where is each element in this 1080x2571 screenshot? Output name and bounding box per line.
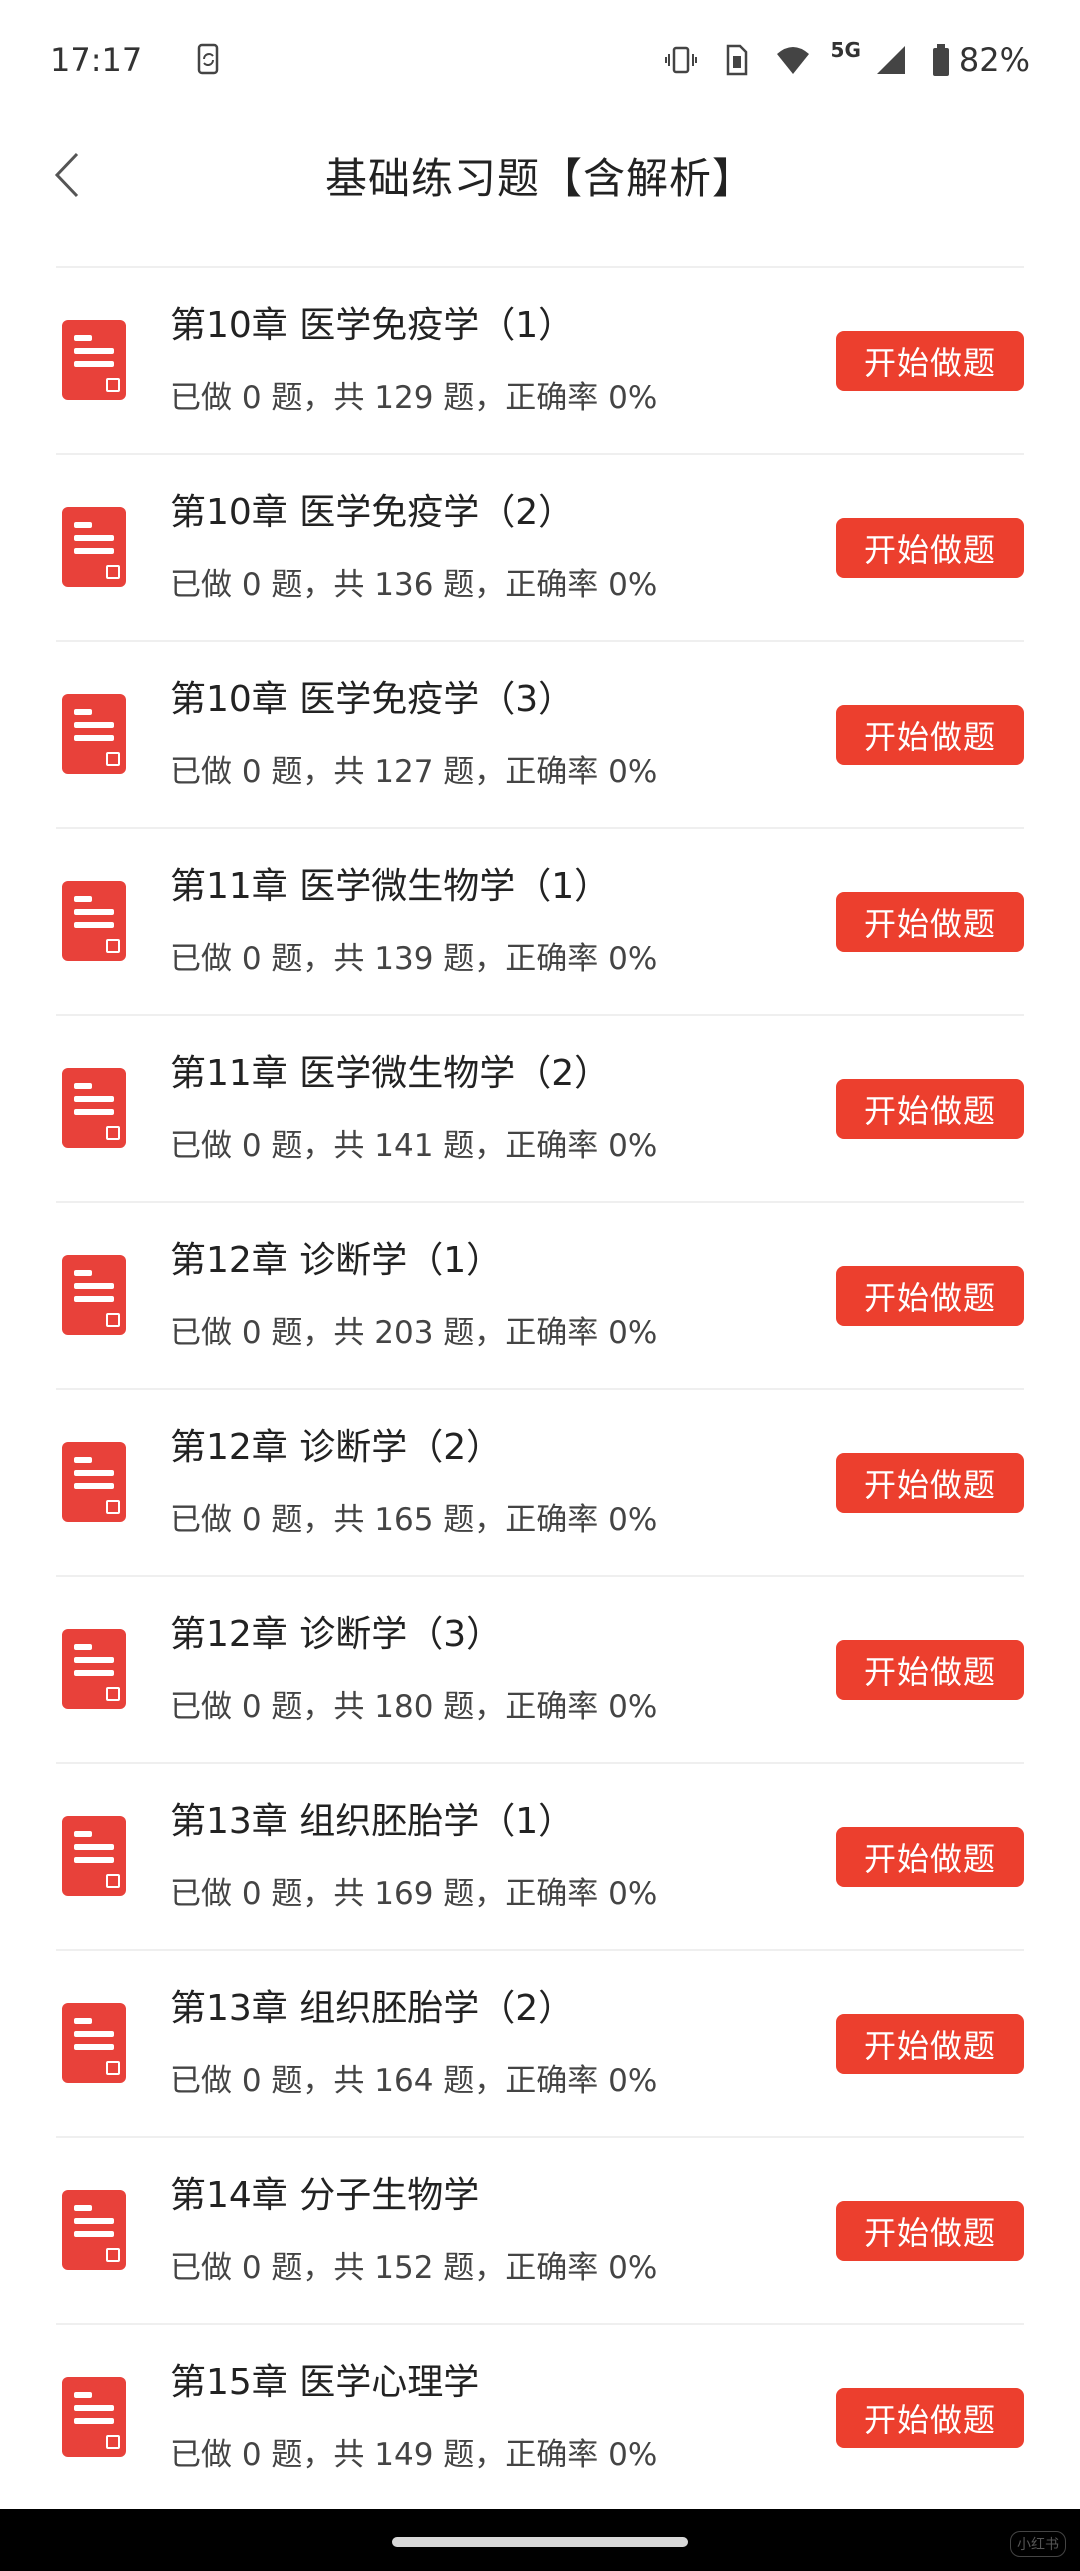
list-item[interactable]: 第10章 医学免疫学（2） 已做 0 题，共 136 题，正确率 0% 开始做题 — [56, 455, 1024, 642]
list-item[interactable]: 第12章 诊断学（1） 已做 0 题，共 203 题，正确率 0% 开始做题 — [56, 1203, 1024, 1390]
list-item[interactable]: 第11章 医学微生物学（2） 已做 0 题，共 141 题，正确率 0% 开始做题 — [56, 1016, 1024, 1203]
item-title: 第10章 医学免疫学（2） — [170, 492, 575, 533]
list-item[interactable]: 第11章 医学微生物学（1） 已做 0 题，共 139 题，正确率 0% 开始做题 — [56, 829, 1024, 1016]
exercise-doc-icon — [62, 2003, 126, 2083]
list-item[interactable]: 第13章 组织胚胎学（2） 已做 0 题，共 164 题，正确率 0% 开始做题 — [56, 1951, 1024, 2138]
list-item[interactable]: 第14章 分子生物学已做 0 题，共 152 题，正确率 0% 开始做题 — [56, 2138, 1024, 2325]
list-item[interactable]: 第12章 诊断学（3） 已做 0 题，共 180 题，正确率 0% 开始做题 — [56, 1577, 1024, 1764]
start-practice-button[interactable]: 开始做题 — [836, 705, 1024, 765]
start-practice-button[interactable]: 开始做题 — [836, 1827, 1024, 1887]
item-title: 第12章 诊断学（3） — [170, 1614, 503, 1655]
start-practice-button[interactable]: 开始做题 — [836, 2014, 1024, 2074]
wifi-icon — [775, 42, 811, 78]
item-stats: 已做 0 题，共 164 题，正确率 0% — [170, 2063, 658, 2099]
status-bar: 17:17 5G 82% — [0, 0, 1080, 120]
list-item[interactable]: 第13章 组织胚胎学（1） 已做 0 题，共 169 题，正确率 0% 开始做题 — [56, 1764, 1024, 1951]
exercise-doc-icon — [62, 2190, 126, 2270]
item-title: 第11章 医学微生物学（1） — [170, 866, 611, 907]
item-title: 第14章 分子生物学 — [170, 2175, 480, 2216]
item-stats: 已做 0 题，共 139 题，正确率 0% — [170, 941, 658, 977]
exercise-doc-icon — [62, 1816, 126, 1896]
battery-level: 82% — [958, 41, 1030, 79]
item-title: 第13章 组织胚胎学（1） — [170, 1801, 575, 1842]
watermark: 小红书 — [1010, 2531, 1066, 2557]
exercise-list[interactable]: 第10章 医学免疫学（1） 已做 0 题，共 129 题，正确率 0% 开始做题 第1… — [0, 232, 1080, 2512]
list-item-partial — [56, 232, 1024, 268]
start-practice-button[interactable]: 开始做题 — [836, 331, 1024, 391]
item-stats: 已做 0 题，共 180 题，正确率 0% — [170, 1689, 658, 1725]
exercise-doc-icon — [62, 2377, 126, 2457]
battery-icon — [929, 42, 953, 78]
item-title: 第10章 医学免疫学（3） — [170, 679, 575, 720]
list-item[interactable]: 第10章 医学免疫学（3） 已做 0 题，共 127 题，正确率 0% 开始做题 — [56, 642, 1024, 829]
vibrate-icon — [663, 42, 699, 78]
exercise-doc-icon — [62, 694, 126, 774]
exercise-doc-icon — [62, 1255, 126, 1335]
header: 基础练习题【含解析】 — [0, 120, 1080, 230]
start-practice-button[interactable]: 开始做题 — [836, 1453, 1024, 1513]
item-stats: 已做 0 题，共 169 题，正确率 0% — [170, 1876, 658, 1912]
start-practice-button[interactable]: 开始做题 — [836, 2388, 1024, 2448]
item-stats: 已做 0 题，共 165 题，正确率 0% — [170, 1502, 658, 1538]
sim-icon — [719, 42, 755, 78]
phone-sync-icon — [192, 42, 228, 78]
item-stats: 已做 0 题，共 152 题，正确率 0% — [170, 2250, 658, 2286]
home-indicator[interactable] — [392, 2537, 688, 2547]
item-title: 第12章 诊断学（1） — [170, 1240, 503, 1281]
exercise-doc-icon — [62, 1442, 126, 1522]
item-stats: 已做 0 题，共 141 题，正确率 0% — [170, 1128, 658, 1164]
item-stats: 已做 0 题，共 203 题，正确率 0% — [170, 1315, 658, 1351]
item-stats: 已做 0 题，共 149 题，正确率 0% — [170, 2437, 658, 2473]
start-practice-button[interactable]: 开始做题 — [836, 1640, 1024, 1700]
status-time: 17:17 — [50, 41, 143, 79]
exercise-doc-icon — [62, 507, 126, 587]
start-practice-button[interactable]: 开始做题 — [836, 892, 1024, 952]
item-stats: 已做 0 题，共 129 题，正确率 0% — [170, 380, 658, 416]
start-practice-button[interactable]: 开始做题 — [836, 1079, 1024, 1139]
list-item[interactable]: 第10章 医学免疫学（1） 已做 0 题，共 129 题，正确率 0% 开始做题 — [56, 268, 1024, 455]
exercise-doc-icon — [62, 881, 126, 961]
page: 17:17 5G 82% 基础练习题【含解析】 第10章 医学免疫学（1） 已做… — [0, 0, 1080, 2571]
chevron-left-icon — [54, 152, 79, 198]
item-title: 第11章 医学微生物学（2） — [170, 1053, 611, 1094]
list-item[interactable]: 第12章 诊断学（2） 已做 0 题，共 165 题，正确率 0% 开始做题 — [56, 1390, 1024, 1577]
item-title: 第13章 组织胚胎学（2） — [170, 1988, 575, 2029]
navigation-bar: 小红书 — [0, 2509, 1080, 2571]
signal-icon — [873, 42, 909, 78]
exercise-doc-icon — [62, 1068, 126, 1148]
item-title: 第12章 诊断学（2） — [170, 1427, 503, 1468]
exercise-doc-icon — [62, 1629, 126, 1709]
item-title: 第10章 医学免疫学（1） — [170, 305, 575, 346]
network-type: 5G — [830, 38, 861, 62]
start-practice-button[interactable]: 开始做题 — [836, 518, 1024, 578]
page-title: 基础练习题【含解析】 — [324, 153, 755, 203]
start-practice-button[interactable]: 开始做题 — [836, 1266, 1024, 1326]
list-item[interactable]: 第15章 医学心理学已做 0 题，共 149 题，正确率 0% 开始做题 — [56, 2325, 1024, 2512]
start-practice-button[interactable]: 开始做题 — [836, 2201, 1024, 2261]
item-stats: 已做 0 题，共 127 题，正确率 0% — [170, 754, 658, 790]
exercise-doc-icon — [62, 320, 126, 400]
item-stats: 已做 0 题，共 136 题，正确率 0% — [170, 567, 658, 603]
back-button[interactable] — [34, 142, 100, 208]
item-title: 第15章 医学心理学 — [170, 2362, 480, 2403]
